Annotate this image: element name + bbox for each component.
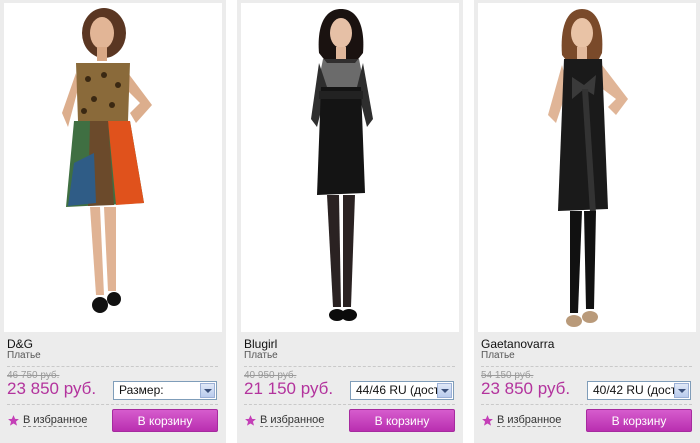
- divider: [244, 366, 455, 367]
- product-photo-model: [311, 9, 373, 321]
- product-photo[interactable]: [241, 3, 459, 332]
- star-icon: [482, 415, 493, 426]
- size-select[interactable]: 40/42 RU (дост: [587, 381, 691, 400]
- product-grid: D&G Платье 46 750 руб. 23 850 руб. Разме…: [0, 0, 700, 443]
- product-card: D&G Платье 46 750 руб. 23 850 руб. Разме…: [0, 0, 226, 443]
- favorites-label: В избранное: [497, 414, 562, 427]
- add-to-favorites-link[interactable]: В избранное: [244, 414, 325, 427]
- chevron-down-icon[interactable]: [200, 383, 215, 398]
- add-to-cart-button[interactable]: В корзину: [586, 409, 692, 432]
- size-select-value: 44/46 RU (дост: [356, 383, 440, 397]
- divider: [481, 404, 692, 405]
- chevron-down-icon[interactable]: [437, 383, 452, 398]
- size-select[interactable]: Размер:: [113, 381, 217, 400]
- product-brand[interactable]: Blugirl: [244, 337, 277, 351]
- current-price: 23 850 руб.: [481, 379, 571, 398]
- product-photo-model: [62, 8, 152, 313]
- current-price: 21 150 руб.: [244, 379, 334, 398]
- product-type: Платье: [244, 350, 278, 361]
- divider: [7, 404, 218, 405]
- add-to-favorites-link[interactable]: В избранное: [7, 414, 88, 427]
- product-photo-model: [548, 9, 628, 327]
- favorites-label: В избранное: [23, 414, 88, 427]
- size-select[interactable]: 44/46 RU (дост: [350, 381, 454, 400]
- product-photo[interactable]: [478, 3, 696, 332]
- divider: [7, 366, 218, 367]
- add-to-favorites-link[interactable]: В избранное: [481, 414, 562, 427]
- favorites-label: В избранное: [260, 414, 325, 427]
- size-select-value: Размер:: [119, 383, 164, 397]
- product-brand[interactable]: Gaetanovarra: [481, 337, 554, 351]
- current-price: 23 850 руб.: [7, 379, 97, 398]
- product-card: Blugirl Платье 40 950 руб. 21 150 руб. 4…: [237, 0, 463, 443]
- size-select-value: 40/42 RU (дост: [593, 383, 677, 397]
- product-type: Платье: [481, 350, 515, 361]
- star-icon: [245, 415, 256, 426]
- product-type: Платье: [7, 350, 41, 361]
- divider: [244, 404, 455, 405]
- chevron-down-icon[interactable]: [674, 383, 689, 398]
- divider: [481, 366, 692, 367]
- product-brand[interactable]: D&G: [7, 337, 33, 351]
- product-photo[interactable]: [4, 3, 222, 332]
- product-card: Gaetanovarra Платье 54 150 руб. 23 850 р…: [474, 0, 700, 443]
- add-to-cart-button[interactable]: В корзину: [112, 409, 218, 432]
- add-to-cart-button[interactable]: В корзину: [349, 409, 455, 432]
- star-icon: [8, 415, 19, 426]
